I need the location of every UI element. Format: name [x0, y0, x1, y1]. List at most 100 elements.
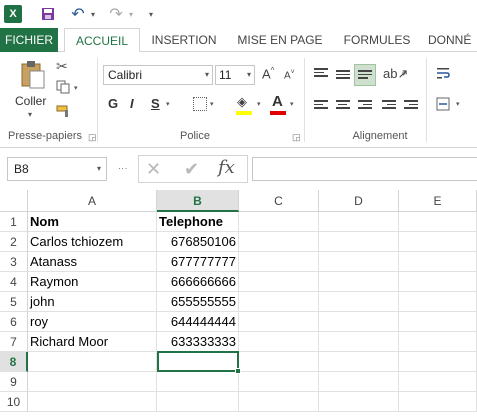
- cell-c8[interactable]: [239, 352, 319, 372]
- insert-function-icon[interactable]: fx: [218, 157, 235, 178]
- row-header-8[interactable]: 8: [0, 352, 28, 372]
- customize-toolbar-icon[interactable]: ▾: [146, 5, 156, 23]
- underline-dropdown-icon[interactable]: ▾: [166, 100, 170, 108]
- cell-d6[interactable]: [319, 312, 399, 332]
- merge-dropdown-icon[interactable]: ▾: [456, 100, 460, 108]
- cell-e3[interactable]: [399, 252, 477, 272]
- undo-dropdown-icon[interactable]: ▾: [88, 5, 98, 23]
- paste-button-label[interactable]: Coller: [15, 94, 46, 108]
- cell-c3[interactable]: [239, 252, 319, 272]
- excel-logo-icon[interactable]: X: [4, 5, 22, 23]
- italic-button[interactable]: I: [130, 96, 134, 111]
- cell-d7[interactable]: [319, 332, 399, 352]
- cell-a9[interactable]: [28, 372, 157, 392]
- cell-b9[interactable]: [157, 372, 239, 392]
- cell-b5[interactable]: 655555555: [157, 292, 239, 312]
- column-header-e[interactable]: E: [399, 190, 477, 212]
- cell-a2[interactable]: Carlos tchiozem: [28, 232, 157, 252]
- cell-d3[interactable]: [319, 252, 399, 272]
- row-header-9[interactable]: 9: [0, 372, 28, 392]
- merge-center-icon[interactable]: [436, 97, 450, 111]
- redo-dropdown-icon[interactable]: ▾: [126, 5, 136, 23]
- cell-e6[interactable]: [399, 312, 477, 332]
- font-size-select[interactable]: 11 ▾: [215, 65, 255, 85]
- column-header-a[interactable]: A: [28, 190, 157, 212]
- shrink-font-button[interactable]: A˅: [284, 69, 295, 81]
- borders-icon[interactable]: [193, 97, 207, 111]
- font-color-icon[interactable]: A: [272, 93, 283, 110]
- cell-d2[interactable]: [319, 232, 399, 252]
- column-header-b[interactable]: B: [157, 190, 239, 212]
- row-header-10[interactable]: 10: [0, 392, 28, 412]
- font-launcher-icon[interactable]: ◲: [292, 132, 301, 143]
- cell-c7[interactable]: [239, 332, 319, 352]
- cut-icon[interactable]: ✂: [56, 58, 68, 75]
- formula-input[interactable]: [252, 157, 477, 181]
- cell-e1[interactable]: [399, 212, 477, 232]
- cell-c9[interactable]: [239, 372, 319, 392]
- cell-b2[interactable]: 676850106: [157, 232, 239, 252]
- tab-page-layout[interactable]: MISE EN PAGE: [234, 28, 326, 52]
- tab-data[interactable]: DONNÉ: [428, 28, 477, 52]
- cell-d4[interactable]: [319, 272, 399, 292]
- align-bottom-icon[interactable]: [358, 70, 372, 82]
- align-middle-icon[interactable]: [336, 70, 350, 82]
- font-name-select[interactable]: Calibri ▾: [103, 65, 213, 85]
- orientation-dropdown-icon[interactable]: ▾: [402, 70, 406, 78]
- cell-c5[interactable]: [239, 292, 319, 312]
- cell-a7[interactable]: Richard Moor: [28, 332, 157, 352]
- borders-dropdown-icon[interactable]: ▾: [210, 100, 214, 108]
- tab-insert[interactable]: INSERTION: [148, 28, 220, 52]
- select-all-corner[interactable]: [0, 190, 28, 212]
- cell-b7[interactable]: 633333333: [157, 332, 239, 352]
- chevron-down-icon[interactable]: ▾: [97, 158, 101, 180]
- column-header-c[interactable]: C: [239, 190, 319, 212]
- cell-b8[interactable]: [157, 352, 239, 372]
- cell-d8[interactable]: [319, 352, 399, 372]
- chevron-down-icon[interactable]: ▾: [205, 66, 209, 84]
- align-left-icon[interactable]: [314, 100, 328, 112]
- bold-button[interactable]: G: [108, 96, 118, 111]
- cell-b4[interactable]: 666666666: [157, 272, 239, 292]
- cell-c10[interactable]: [239, 392, 319, 412]
- tab-file[interactable]: FICHIER: [0, 28, 58, 52]
- fill-color-dropdown-icon[interactable]: ▾: [257, 100, 261, 108]
- formula-bar-grip-icon[interactable]: ⋮: [118, 164, 128, 172]
- name-box[interactable]: B8 ▾: [7, 157, 107, 181]
- cell-b6[interactable]: 644444444: [157, 312, 239, 332]
- wrap-text-icon[interactable]: [436, 66, 450, 80]
- cell-e10[interactable]: [399, 392, 477, 412]
- row-header-2[interactable]: 2: [0, 232, 28, 252]
- tab-formulas[interactable]: FORMULES: [340, 28, 414, 52]
- cell-d5[interactable]: [319, 292, 399, 312]
- cell-e9[interactable]: [399, 372, 477, 392]
- row-header-3[interactable]: 3: [0, 252, 28, 272]
- undo-icon[interactable]: ↶: [70, 5, 86, 23]
- cell-d9[interactable]: [319, 372, 399, 392]
- row-header-5[interactable]: 5: [0, 292, 28, 312]
- cancel-icon[interactable]: ✕: [146, 159, 161, 180]
- tab-home[interactable]: ACCUEIL: [64, 28, 140, 53]
- format-painter-icon[interactable]: [56, 104, 72, 118]
- row-header-6[interactable]: 6: [0, 312, 28, 332]
- decrease-indent-icon[interactable]: [382, 100, 396, 112]
- cell-a5[interactable]: john: [28, 292, 157, 312]
- cell-a8[interactable]: [28, 352, 157, 372]
- fill-color-icon[interactable]: ◈: [237, 94, 247, 110]
- cell-a1[interactable]: Nom: [28, 212, 157, 232]
- cell-a10[interactable]: [28, 392, 157, 412]
- cell-e2[interactable]: [399, 232, 477, 252]
- align-top-icon[interactable]: [314, 68, 328, 80]
- cell-b10[interactable]: [157, 392, 239, 412]
- increase-indent-icon[interactable]: [404, 100, 418, 112]
- chevron-down-icon[interactable]: ▾: [247, 66, 251, 84]
- cell-b3[interactable]: 677777777: [157, 252, 239, 272]
- column-header-d[interactable]: D: [319, 190, 399, 212]
- grow-font-button[interactable]: A^: [262, 66, 274, 81]
- cell-c6[interactable]: [239, 312, 319, 332]
- copy-icon[interactable]: [56, 80, 70, 94]
- redo-icon[interactable]: ↷: [108, 5, 124, 23]
- align-right-icon[interactable]: [358, 100, 372, 112]
- save-icon[interactable]: [40, 5, 56, 23]
- row-header-7[interactable]: 7: [0, 332, 28, 352]
